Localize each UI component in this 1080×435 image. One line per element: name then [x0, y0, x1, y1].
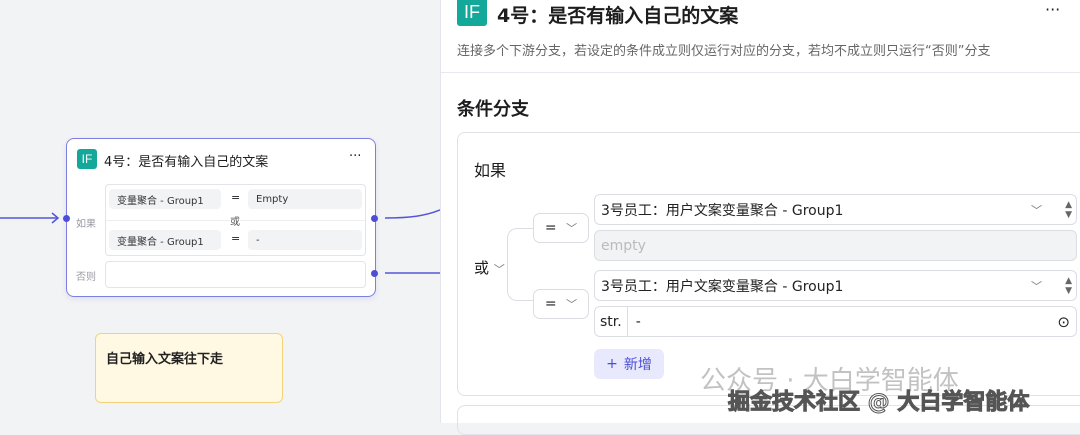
operator-select[interactable]: = ﹀ — [533, 289, 589, 319]
value-text: - — [635, 313, 641, 330]
sticky-note[interactable]: 自己输入文案往下走 — [95, 333, 283, 403]
panel-description: 连接多个下游分支，若设定的条件成立则仅运行对应的分支，若均不成立则只运行“否则”… — [457, 44, 991, 59]
logic-select[interactable]: 或 ﹀ — [474, 257, 505, 278]
stepper-icon[interactable]: ▲ ▼ — [1065, 200, 1072, 220]
variable-value: 3号员工：用户文案变量聚合 - Group1 — [601, 278, 844, 295]
node-title: 4号：是否有输入自己的文案 — [104, 155, 269, 170]
type-label[interactable]: str. — [595, 307, 628, 336]
watermark-line2: 掘金技术社区 @ 大白学智能体 — [727, 390, 1030, 416]
if-label: 如果 — [474, 161, 507, 180]
add-condition-button[interactable]: + 新增 — [594, 349, 664, 379]
variable-picker-icon[interactable]: ⊙ — [1057, 313, 1070, 331]
value-input[interactable]: empty — [594, 230, 1077, 261]
more-icon[interactable]: ··· — [1045, 0, 1060, 19]
variable-value: 3号员工：用户文案变量聚合 - Group1 — [601, 202, 844, 219]
variable-select[interactable]: 3号员工：用户文案变量聚合 - Group1 ﹀ ▲ ▼ — [594, 194, 1077, 225]
condition-left: 变量聚合 - Group1 — [109, 230, 221, 250]
section-title: 条件分支 — [457, 99, 529, 120]
variable-select[interactable]: 3号员工：用户文案变量聚合 - Group1 ﹀ ▲ ▼ — [594, 270, 1077, 301]
add-label: 新增 — [623, 357, 652, 373]
input-port[interactable] — [63, 215, 70, 222]
condition-left: 变量聚合 - Group1 — [109, 189, 221, 209]
else-label: 否则 — [76, 272, 96, 283]
condition-right: - — [248, 230, 362, 250]
if-edge — [384, 209, 440, 219]
if-label: 如果 — [76, 219, 96, 230]
plus-icon: + — [606, 356, 618, 372]
or-label: 或 — [230, 213, 240, 228]
chevron-down-icon: ﹀ — [493, 263, 505, 276]
value-input[interactable]: str. - ⊙ — [594, 306, 1077, 337]
if-output-port[interactable] — [371, 215, 378, 222]
operator-value: = — [544, 220, 557, 236]
panel-title[interactable]: 4号：是否有输入自己的文案 — [497, 1, 738, 28]
condition-op: = — [231, 191, 241, 204]
if-card: 如果 或 ﹀ = ﹀ = ﹀ 3号员工：用户文案变量聚合 - Group1 ﹀ ▲ ▼ e… — [457, 132, 1080, 396]
condition-node[interactable]: IF 4号：是否有输入自己的文案 ··· 如果 变量聚合 - Group1 = … — [63, 138, 378, 297]
else-branch[interactable] — [105, 261, 366, 288]
if-icon: IF — [77, 149, 97, 169]
stepper-icon[interactable]: ▲ ▼ — [1065, 276, 1072, 296]
else-output-port[interactable] — [371, 270, 378, 277]
if-icon: IF — [457, 0, 487, 26]
logic-bracket — [507, 228, 535, 301]
operator-value: = — [544, 296, 557, 312]
more-icon[interactable]: ··· — [349, 149, 361, 164]
condition-right: Empty — [248, 189, 362, 209]
operator-select[interactable]: = ﹀ — [533, 213, 589, 243]
chevron-down-icon: ﹀ — [566, 222, 578, 235]
logic-label: 或 — [474, 259, 490, 277]
if-branch[interactable]: 变量聚合 - Group1 = Empty 或 变量聚合 - Group1 = … — [105, 184, 366, 256]
chevron-down-icon: ﹀ — [1031, 203, 1042, 217]
chevron-down-icon: ﹀ — [1031, 279, 1042, 293]
condition-op: = — [231, 232, 241, 245]
chevron-down-icon: ﹀ — [566, 298, 578, 311]
